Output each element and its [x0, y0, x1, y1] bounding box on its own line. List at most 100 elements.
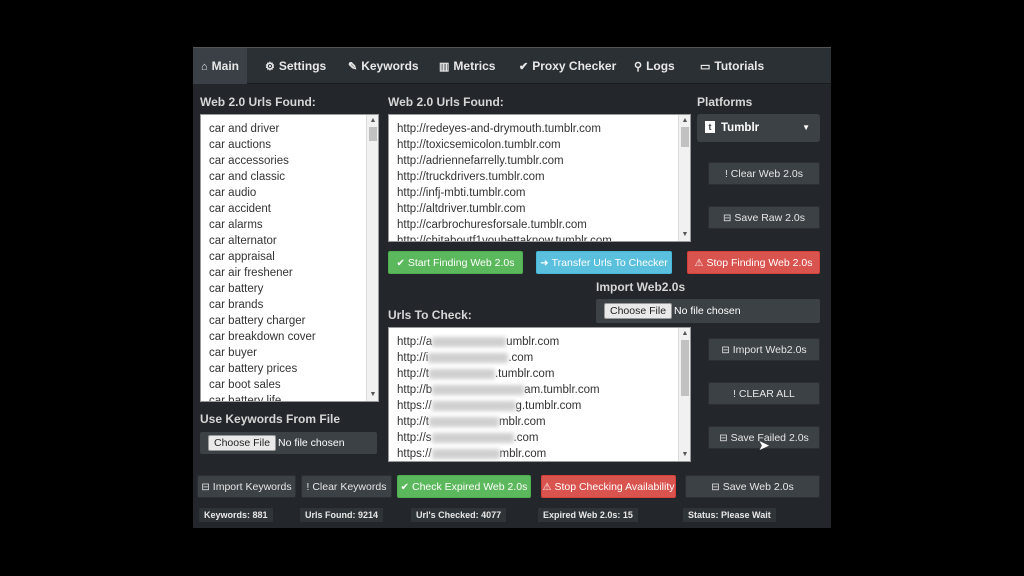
platform-selected: Tumblr: [721, 122, 760, 134]
check-scrollbar[interactable]: ▲ ▼: [678, 328, 690, 461]
scroll-up-icon[interactable]: ▲: [679, 115, 690, 127]
button-label: Start Finding Web 2.0s: [407, 257, 515, 269]
keyword-list-item[interactable]: car and classic: [209, 169, 362, 185]
status-keywords: Keywords: 881: [199, 508, 273, 522]
tab-logs[interactable]: ⚲ Logs: [626, 48, 683, 84]
status-expired: Expired Web 2.0s: 15: [538, 508, 638, 522]
gears-icon: ⚙: [265, 61, 275, 73]
hdd-icon: ⊟: [711, 482, 720, 493]
check-url-item[interactable]: http://t mblr.com: [397, 414, 674, 430]
monitor-icon: ▭: [700, 61, 711, 73]
choose-file-button[interactable]: Choose File: [208, 435, 277, 451]
tab-proxy-checker[interactable]: ✔ Proxy Checker: [511, 48, 624, 84]
tab-tutorials[interactable]: ▭ Tutorials: [692, 48, 772, 84]
tab-metrics[interactable]: ▥ Metrics: [431, 48, 503, 84]
scroll-thumb[interactable]: [681, 127, 689, 147]
save-web-button[interactable]: ⊟ Save Web 2.0s: [685, 475, 820, 498]
keyword-list-item[interactable]: car brands: [209, 297, 362, 313]
check-url-item[interactable]: http://i .com: [397, 350, 674, 366]
button-label: Import Web2.0s: [732, 344, 807, 356]
url-list-item[interactable]: http://chitaboutf1youbettaknow.tumblr.co…: [397, 233, 674, 241]
button-label: Save Raw 2.0s: [734, 212, 805, 224]
clear-web-button[interactable]: ! Clear Web 2.0s: [708, 162, 820, 185]
choose-file-button[interactable]: Choose File: [604, 303, 673, 319]
url-list-item[interactable]: http://truckdrivers.tumblr.com: [397, 169, 674, 185]
clear-keywords-button[interactable]: ! Clear Keywords: [301, 475, 392, 498]
keyword-list-item[interactable]: car and driver: [209, 121, 362, 137]
urls-to-check-title: Urls To Check:: [388, 308, 472, 322]
keyword-list-item[interactable]: car air freshener: [209, 265, 362, 281]
keyword-list-item[interactable]: car auctions: [209, 137, 362, 153]
check-url-item[interactable]: http://a umblr.com: [397, 334, 674, 350]
scroll-up-icon[interactable]: ▲: [679, 328, 690, 340]
keyword-list-item[interactable]: car boot sales: [209, 377, 362, 393]
home-icon: ⌂: [201, 61, 208, 73]
hdd-icon: ⊟: [719, 433, 728, 444]
keywords-scrollbar[interactable]: ▲ ▼: [366, 115, 378, 401]
keyword-list-item[interactable]: car battery charger: [209, 313, 362, 329]
url-list-item[interactable]: http://altdriver.tumblr.com: [397, 201, 674, 217]
keyword-list-item[interactable]: car breakdown cover: [209, 329, 362, 345]
keyword-list-item[interactable]: car buyer: [209, 345, 362, 361]
scroll-thumb[interactable]: [369, 127, 377, 141]
keywords-listbox[interactable]: car and driver car auctions car accessorie…: [200, 114, 379, 402]
import-web-button[interactable]: ⊟ Import Web2.0s: [708, 338, 820, 361]
stop-checking-button[interactable]: ⚠ Stop Checking Availability: [541, 475, 676, 498]
scroll-down-icon[interactable]: ▼: [679, 449, 690, 461]
urls-found-title: Web 2.0 Urls Found:: [388, 95, 504, 109]
status-urls-found: Urls Found: 9214: [300, 508, 384, 522]
warning-icon: ⚠: [694, 258, 704, 269]
scroll-thumb[interactable]: [681, 340, 689, 396]
status-checked: Url's Checked: 4077: [411, 508, 507, 522]
save-raw-button[interactable]: ⊟ Save Raw 2.0s: [708, 206, 820, 229]
scroll-down-icon[interactable]: ▼: [679, 229, 690, 241]
tumblr-icon: t: [705, 121, 715, 133]
keyword-list-item[interactable]: car alternator: [209, 233, 362, 249]
url-list-item[interactable]: http://redeyes-and-drymouth.tumblr.com: [397, 121, 674, 137]
start-finding-button[interactable]: ✔ Start Finding Web 2.0s: [388, 251, 523, 274]
keyword-list-item[interactable]: car battery life: [209, 393, 362, 401]
clear-all-button[interactable]: ! CLEAR ALL: [708, 382, 820, 405]
keyword-list-item[interactable]: car accessories: [209, 153, 362, 169]
check-url-item[interactable]: https:// mblr.com: [397, 446, 674, 461]
check-url-item[interactable]: https:// g.tumblr.com: [397, 398, 674, 414]
transfer-urls-button[interactable]: ➜ Transfer Urls To Checker: [536, 251, 672, 274]
hdd-icon: ⊟: [722, 213, 732, 224]
tab-keywords[interactable]: ✎ Keywords: [340, 48, 427, 84]
url-suffix: am.tumblr.com: [524, 384, 600, 396]
bar-chart-icon: ▥: [439, 61, 450, 73]
check-expired-button[interactable]: ✔ Check Expired Web 2.0s: [397, 475, 531, 498]
tab-main[interactable]: ⌂ Main: [193, 48, 247, 84]
keyword-list-item[interactable]: car appraisal: [209, 249, 362, 265]
url-list-item[interactable]: http://carbrochuresforsale.tumblr.com: [397, 217, 674, 233]
arrow-circle-icon: ➜: [540, 258, 549, 269]
platform-select[interactable]: t Tumblr ▼: [697, 114, 820, 142]
url-list-item[interactable]: http://adriennefarrelly.tumblr.com: [397, 153, 674, 169]
redacted-blur: [428, 352, 509, 363]
stop-finding-button[interactable]: ⚠ Stop Finding Web 2.0s: [687, 251, 820, 274]
urls-rows: http://redeyes-and-drymouth.tumblr.com ht…: [397, 121, 674, 241]
button-label: Check Expired Web 2.0s: [412, 481, 528, 493]
url-list-item[interactable]: http://toxicsemicolon.tumblr.com: [397, 137, 674, 153]
scroll-down-icon[interactable]: ▼: [367, 389, 378, 401]
tab-label: Proxy Checker: [532, 59, 617, 73]
keyword-list-item[interactable]: car alarms: [209, 217, 362, 233]
redacted-blur: [431, 432, 514, 443]
keyword-list-item[interactable]: car audio: [209, 185, 362, 201]
keyword-list-item[interactable]: car accident: [209, 201, 362, 217]
urls-scrollbar[interactable]: ▲ ▼: [678, 115, 690, 241]
url-list-item[interactable]: http://infj-mbti.tumblr.com: [397, 185, 674, 201]
keyword-list-item[interactable]: car battery: [209, 281, 362, 297]
check-url-item[interactable]: http://s .com: [397, 430, 674, 446]
keyword-list-item[interactable]: car battery prices: [209, 361, 362, 377]
check-url-item[interactable]: http://b am.tumblr.com: [397, 382, 674, 398]
check-url-item[interactable]: http://t .tumblr.com: [397, 366, 674, 382]
scroll-up-icon[interactable]: ▲: [367, 115, 378, 127]
hdd-icon: ⊟: [201, 482, 210, 493]
import-keywords-button[interactable]: ⊟ Import Keywords: [197, 475, 296, 498]
redacted-blur: [431, 400, 516, 411]
tab-settings[interactable]: ⚙ Settings: [257, 48, 334, 84]
no-file-text: No file chosen: [674, 305, 741, 317]
urls-to-check-listbox[interactable]: http://a umblr.com http://i .com http://t .tu…: [388, 327, 691, 462]
urls-found-listbox[interactable]: http://redeyes-and-drymouth.tumblr.com ht…: [388, 114, 691, 242]
